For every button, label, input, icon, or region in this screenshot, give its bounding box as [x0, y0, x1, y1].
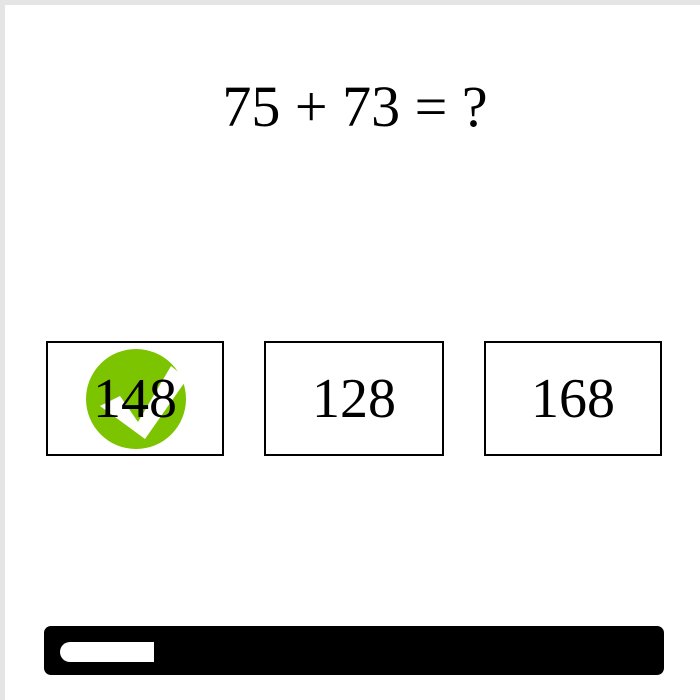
progress-bar: [44, 626, 664, 675]
math-question: 75 + 73 = ?: [222, 74, 488, 139]
progress-bar-fill: [60, 642, 154, 662]
answer-option-label: 148: [93, 367, 177, 430]
answer-option-2[interactable]: 128: [264, 341, 444, 456]
answer-option-3[interactable]: 168: [484, 341, 662, 456]
game-frame: 75 + 73 = ? 148 128 168: [0, 0, 700, 700]
answer-option-1[interactable]: 148: [46, 341, 224, 456]
answer-option-label: 128: [312, 367, 396, 430]
answer-option-label: 168: [531, 367, 615, 430]
